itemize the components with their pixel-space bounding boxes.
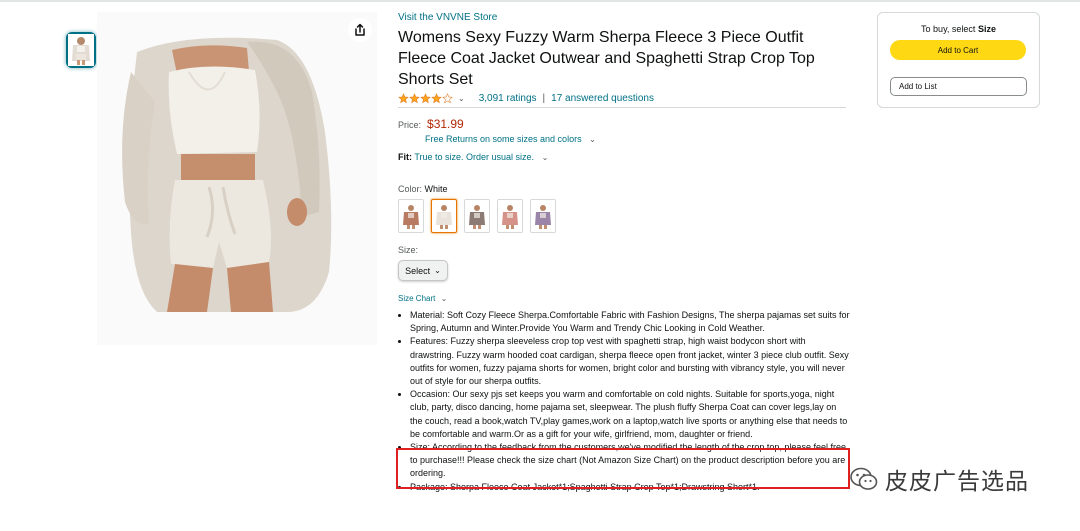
bullet-item: Features: Fuzzy sherpa sleeveless crop t… bbox=[410, 335, 850, 388]
swatch-image bbox=[436, 205, 452, 229]
color-swatch[interactable] bbox=[398, 199, 424, 233]
color-swatches bbox=[398, 199, 848, 233]
chevron-down-icon: ⌄ bbox=[541, 153, 549, 162]
price-row: Price: $31.99 bbox=[398, 117, 848, 131]
star-icon bbox=[431, 92, 442, 103]
divider bbox=[398, 107, 846, 108]
highlight-box bbox=[396, 448, 850, 489]
price-value: $31.99 bbox=[427, 117, 464, 131]
color-swatch[interactable] bbox=[464, 199, 490, 233]
color-swatch[interactable] bbox=[431, 199, 457, 233]
star-icon bbox=[442, 92, 453, 103]
color-row: Color: White bbox=[398, 184, 848, 194]
wechat-logo-icon bbox=[850, 467, 878, 490]
add-to-cart-button[interactable]: Add to Cart bbox=[890, 40, 1026, 60]
share-icon bbox=[355, 23, 365, 36]
chevron-down-icon: ⌄ bbox=[589, 135, 596, 144]
swatch-image bbox=[469, 205, 485, 229]
size-chart-link[interactable]: Size Chart ⌄ bbox=[398, 294, 848, 303]
star-icon bbox=[420, 92, 431, 103]
watermark: 皮皮广告选品 bbox=[849, 462, 1029, 496]
swatch-image bbox=[535, 205, 551, 229]
color-label: Color: bbox=[398, 184, 423, 194]
chevron-down-icon: ⌄ bbox=[440, 294, 448, 303]
color-value: White bbox=[424, 184, 448, 194]
product-title: Womens Sexy Fuzzy Warm Sherpa Fleece 3 P… bbox=[398, 29, 815, 88]
swatch-image bbox=[403, 205, 419, 229]
answered-questions-link[interactable]: 17 answered questions bbox=[551, 93, 654, 104]
product-info: Visit the VNVNE Store Womens Sexy Fuzzy … bbox=[398, 12, 850, 494]
star-rating[interactable] bbox=[398, 92, 453, 104]
product-photo bbox=[97, 12, 377, 345]
size-label: Size: bbox=[398, 245, 419, 255]
bullet-item: Material: Soft Cozy Fleece Sherpa.Comfor… bbox=[410, 309, 850, 335]
watermark-text: 皮皮广告选品 bbox=[885, 468, 1029, 494]
chevron-down-icon[interactable]: ⌄ bbox=[458, 94, 465, 103]
size-select[interactable]: Select ⌄ bbox=[398, 260, 448, 281]
size-select-value: Select bbox=[405, 265, 431, 276]
size-chart-text: Size Chart bbox=[398, 294, 436, 303]
star-icon bbox=[409, 92, 420, 103]
buy-prompt: To buy, select Size bbox=[878, 24, 1039, 34]
chevron-down-icon: ⌄ bbox=[434, 266, 441, 275]
fit-text: True to size. Order usual size. bbox=[414, 152, 535, 162]
color-swatch[interactable] bbox=[530, 199, 556, 233]
fit-label: Fit: bbox=[398, 152, 412, 162]
free-returns-link[interactable]: Free Returns on some sizes and colors ⌄ bbox=[425, 134, 848, 144]
rating-separator: | bbox=[542, 92, 546, 104]
star-icon bbox=[398, 92, 409, 103]
add-to-list-button[interactable]: Add to List bbox=[890, 77, 1027, 96]
color-swatch[interactable] bbox=[497, 199, 523, 233]
buy-prompt-text: To buy, select bbox=[921, 24, 976, 34]
buy-box: To buy, select Size Add to Cart Add to L… bbox=[877, 12, 1040, 108]
product-main-image[interactable] bbox=[97, 12, 377, 345]
store-link[interactable]: Visit the VNVNE Store bbox=[398, 12, 848, 24]
free-returns-text: Free Returns on some sizes and colors bbox=[425, 134, 582, 144]
ratings-count-link[interactable]: 3,091 ratings bbox=[479, 93, 537, 104]
top-divider bbox=[0, 0, 1080, 2]
buy-prompt-bold: Size bbox=[977, 24, 996, 34]
bullet-item: Occasion: Our sexy pjs set keeps you war… bbox=[410, 388, 850, 441]
fit-row[interactable]: Fit: True to size. Order usual size. ⌄ bbox=[398, 152, 848, 162]
share-button[interactable] bbox=[348, 18, 372, 42]
thumbnail-rail bbox=[66, 32, 96, 68]
swatch-image bbox=[502, 205, 518, 229]
thumbnail-1[interactable] bbox=[66, 32, 96, 68]
rating-row: ⌄ 3,091 ratings | 17 answered questions bbox=[398, 91, 848, 105]
thumbnail-image bbox=[68, 34, 94, 66]
price-label: Price: bbox=[398, 120, 422, 130]
